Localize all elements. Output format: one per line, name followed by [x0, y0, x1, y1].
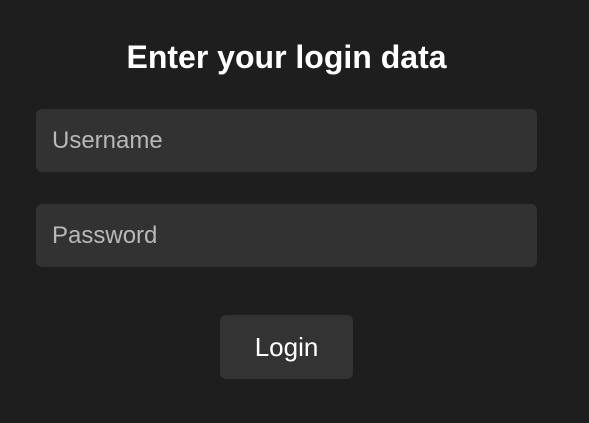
- login-panel: Enter your login data Login: [0, 0, 589, 423]
- login-title: Enter your login data: [126, 39, 447, 75]
- username-field[interactable]: [36, 109, 537, 172]
- login-button[interactable]: Login: [220, 315, 353, 379]
- password-field[interactable]: [36, 204, 537, 267]
